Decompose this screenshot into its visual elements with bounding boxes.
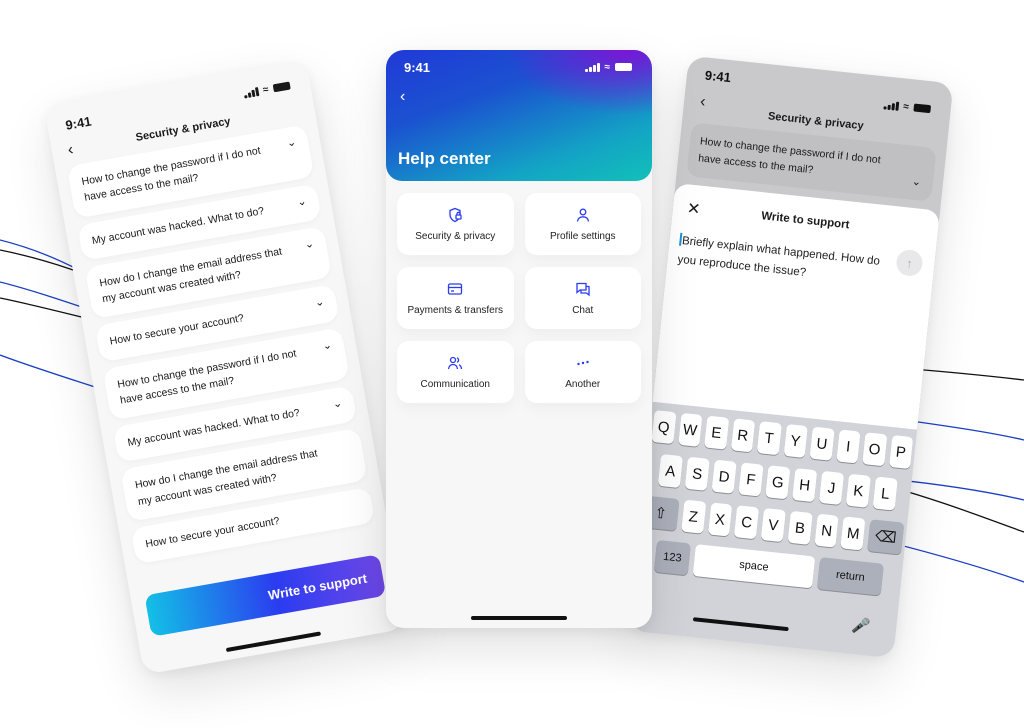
tile-label: Communication [420,378,490,390]
chat-bubbles-icon [576,282,590,296]
key[interactable]: S [684,456,710,491]
tile-security-privacy[interactable]: Security & privacy [397,193,514,255]
chevron-down-icon: ⌄ [321,338,333,353]
key[interactable]: F [738,462,764,497]
faq-question: How to change the password if I do not h… [116,347,298,407]
signal-icon [883,100,899,111]
numbers-key[interactable]: 123 [653,540,691,576]
key[interactable]: O [862,432,887,467]
faq-question: How do I change the email address that m… [134,447,319,508]
user-icon [576,208,589,222]
return-key[interactable]: return [816,557,884,596]
status-bar: 9:41 ≈ [386,50,652,84]
faq-question: How to change the password if I do not h… [80,144,262,204]
tile-communication[interactable]: Communication [397,341,514,403]
wifi-icon: ≈ [902,100,910,113]
tile-payments-transfers[interactable]: Payments & transfers [397,267,514,329]
key[interactable]: H [792,468,818,503]
battery-icon [913,103,932,114]
chevron-down-icon: ⌄ [911,175,922,189]
credit-card-icon [448,282,463,295]
faq-question: How do I change the email address that m… [98,245,283,306]
key[interactable]: G [765,465,791,500]
key[interactable]: W [677,412,703,447]
key[interactable]: V [760,508,786,543]
back-button[interactable]: ‹ [400,88,405,106]
key[interactable]: N [814,513,840,548]
page-title: Help center [398,149,491,168]
key[interactable]: R [730,418,756,453]
tile-label: Profile settings [549,230,616,242]
tile-chat[interactable]: Chat [524,267,641,329]
status-time: 9:41 [404,59,431,75]
key[interactable]: A [657,453,684,489]
faq-question: How to change the password if I do not h… [697,135,882,177]
more-dots-icon [577,360,589,365]
wifi-icon: ≈ [262,83,270,96]
key[interactable]: J [818,470,845,506]
help-center-header: 9:41 ≈ ‹ Help center [386,50,652,181]
faq-question: How to secure your account? [108,312,245,348]
key[interactable]: K [845,473,871,508]
faq-question: How to secure your account? [144,514,281,551]
chevron-down-icon: ⌄ [303,237,315,251]
microphone-icon[interactable]: 🎤 [851,616,871,636]
tile-profile-settings[interactable]: Profile settings [524,193,641,255]
backspace-key[interactable]: ⌫ [867,519,905,555]
key[interactable]: L [872,476,898,511]
status-time: 9:41 [64,113,93,133]
key[interactable]: Z [680,499,706,534]
space-key[interactable]: space [692,544,816,589]
tile-label: Payments & transfers [407,304,504,316]
key[interactable]: D [711,459,737,494]
key[interactable]: M [840,516,866,551]
key[interactable]: B [787,510,813,545]
phone-help-center: 9:41 ≈ ‹ Help center Security & privacy … [386,50,652,628]
home-indicator [471,616,567,620]
keyboard: Q W E R T Y U I O P A S D F G H J K L ⇧ … [628,401,918,659]
wifi-icon: ≈ [604,61,611,73]
battery-icon [272,81,291,93]
users-icon [448,356,463,369]
faq-list: How to change the password if I do not h… [66,124,376,565]
chevron-down-icon: ⌄ [314,296,326,310]
send-button[interactable]: ↑ [895,248,924,278]
category-grid: Security & privacy Profile settings Paym… [397,193,641,403]
shield-lock-icon [449,207,462,222]
key[interactable]: C [734,505,760,540]
tile-label: Security & privacy [415,230,496,242]
signal-icon [585,62,600,72]
key[interactable]: Y [783,423,808,458]
status-time: 9:41 [704,67,732,85]
tile-label: Another [565,378,601,390]
tile-label: Chat [572,304,594,316]
battery-icon [615,63,632,71]
key[interactable]: P [888,434,914,470]
write-to-support-button[interactable]: Write to support [144,554,387,637]
key[interactable]: U [809,426,835,461]
message-placeholder: Briefly explain what happened. How do yo… [676,235,881,280]
tile-another[interactable]: Another [524,341,641,403]
write-to-support-sheet: ✕ Write to support ↑ Briefly explain wha… [628,182,941,659]
message-input[interactable]: Briefly explain what happened. How do yo… [677,232,892,292]
key[interactable]: I [835,429,861,464]
chevron-down-icon: ⌄ [331,397,344,411]
signal-icon [243,86,259,99]
chevron-down-icon: ⌄ [296,194,308,209]
key[interactable]: T [756,421,782,456]
key[interactable]: E [704,415,729,450]
key[interactable]: Q [651,410,677,445]
key[interactable]: X [707,502,733,537]
chevron-down-icon: ⌄ [285,136,298,150]
arrow-up-icon: ↑ [905,255,914,271]
